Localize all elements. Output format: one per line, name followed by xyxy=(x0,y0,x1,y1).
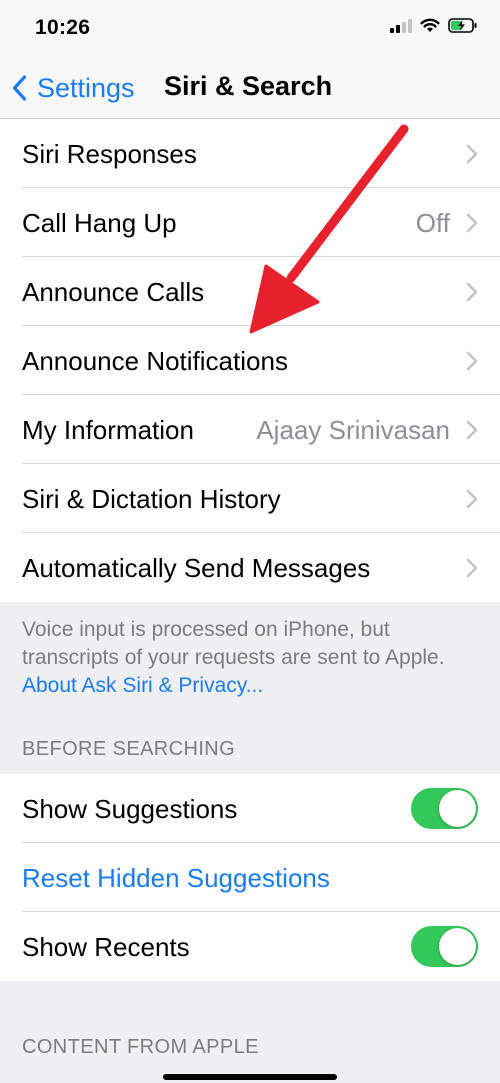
toggle-knob xyxy=(439,790,476,827)
about-siri-privacy-link[interactable]: About Ask Siri & Privacy... xyxy=(22,674,263,697)
status-bar: 10:26 xyxy=(0,0,500,60)
chevron-right-icon xyxy=(466,144,478,164)
automatically-send-messages-row[interactable]: Automatically Send Messages xyxy=(0,533,500,602)
siri-settings-group: Siri Responses Call Hang Up Off Announce… xyxy=(0,119,500,602)
privacy-footer-note: Voice input is processed on iPhone, but … xyxy=(22,616,462,700)
home-indicator xyxy=(163,1074,337,1080)
battery-charging-icon xyxy=(448,18,477,33)
row-value: Off xyxy=(415,208,450,238)
show-suggestions-row: Show Suggestions xyxy=(0,774,500,843)
chevron-right-icon xyxy=(466,282,478,302)
chevron-right-icon xyxy=(466,489,478,509)
page-title: Siri & Search xyxy=(164,71,333,101)
back-button[interactable]: Settings xyxy=(12,68,135,108)
row-label: My Information xyxy=(22,415,194,445)
row-label: Siri & Dictation History xyxy=(22,484,281,514)
row-label: Show Suggestions xyxy=(22,794,238,824)
show-suggestions-toggle[interactable] xyxy=(411,788,478,829)
row-label: Announce Notifications xyxy=(22,346,288,376)
row-label: Call Hang Up xyxy=(22,208,177,238)
back-label: Settings xyxy=(37,72,135,103)
row-label: Show Recents xyxy=(22,932,190,962)
status-time: 10:26 xyxy=(35,16,91,39)
announce-calls-row[interactable]: Announce Calls xyxy=(0,257,500,326)
content-from-apple-header: CONTENT FROM APPLE xyxy=(22,1036,259,1058)
row-label: Automatically Send Messages xyxy=(22,553,371,583)
wifi-icon xyxy=(420,18,440,32)
call-hang-up-row[interactable]: Call Hang Up Off xyxy=(0,188,500,257)
status-icons xyxy=(390,18,478,33)
my-information-row[interactable]: My Information Ajaay Srinivasan xyxy=(0,395,500,464)
row-value: Ajaay Srinivasan xyxy=(256,415,450,445)
reset-hidden-suggestions-button[interactable]: Reset Hidden Suggestions xyxy=(22,863,330,894)
before-searching-header: BEFORE SEARCHING xyxy=(22,738,236,760)
siri-dictation-history-row[interactable]: Siri & Dictation History xyxy=(0,464,500,533)
before-searching-group: Show Suggestions Reset Hidden Suggestion… xyxy=(0,774,500,981)
show-recents-row: Show Recents xyxy=(0,912,500,981)
row-label: Siri Responses xyxy=(22,139,197,169)
navigation-bar: Settings Siri & Search xyxy=(0,60,500,119)
siri-responses-row[interactable]: Siri Responses xyxy=(0,119,500,188)
chevron-left-icon xyxy=(12,75,27,101)
footer-text: Voice input is processed on iPhone, but … xyxy=(22,618,445,669)
chevron-right-icon xyxy=(466,420,478,440)
chevron-right-icon xyxy=(466,213,478,233)
cellular-signal-icon xyxy=(390,18,412,33)
show-recents-toggle[interactable] xyxy=(411,926,478,967)
chevron-right-icon xyxy=(466,558,478,578)
reset-hidden-suggestions-row[interactable]: Reset Hidden Suggestions xyxy=(0,843,500,912)
row-label: Announce Calls xyxy=(22,277,205,307)
chevron-right-icon xyxy=(466,351,478,371)
announce-notifications-row[interactable]: Announce Notifications xyxy=(0,326,500,395)
toggle-knob xyxy=(439,928,476,965)
